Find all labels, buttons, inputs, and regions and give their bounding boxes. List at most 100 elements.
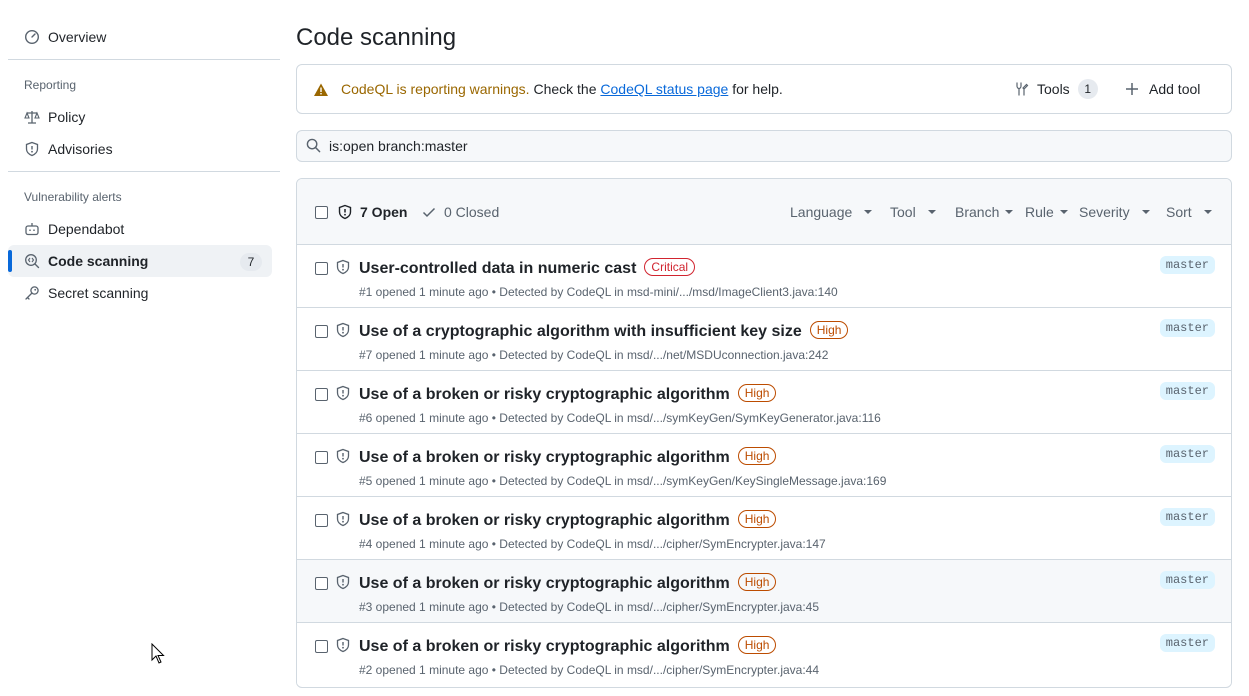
sort-dropdown[interactable]: Sort — [1166, 204, 1212, 220]
page-title: Code scanning — [296, 24, 457, 51]
alert-meta: #2 opened 1 minute ago • Detected by Cod… — [359, 663, 819, 677]
codeql-status-link[interactable]: CodeQL status page — [600, 81, 728, 97]
filter-label: Tool — [890, 204, 916, 220]
active-indicator — [8, 250, 12, 272]
code-scanning-count-badge: 7 — [240, 253, 262, 271]
branch-label[interactable]: master — [1159, 571, 1215, 589]
sidebar-item-code-scanning[interactable]: Code scanning 7 — [8, 245, 272, 277]
alert-title: Use of a broken or risky cryptographic a… — [359, 575, 730, 592]
chevron-down-icon — [864, 210, 873, 214]
banner-check-text: Check the — [529, 81, 601, 97]
shield-icon — [335, 385, 351, 404]
alerts-list-header: 7 Open 0 Closed Language Tool Branch Rul… — [297, 179, 1231, 245]
alert-row[interactable]: Use of a broken or risky cryptographic a… — [297, 497, 1231, 560]
severity-badge: High — [737, 510, 777, 528]
branch-label[interactable]: master — [1159, 445, 1215, 463]
dependabot-icon — [24, 221, 40, 237]
add-tool-label: Add tool — [1149, 81, 1201, 97]
alert-meta-prefix: #1 opened 1 minute ago • Detected by Cod… — [359, 285, 627, 299]
chevron-down-icon — [1005, 210, 1014, 214]
branch-label[interactable]: master — [1159, 634, 1215, 652]
row-checkbox[interactable] — [315, 262, 328, 275]
row-checkbox[interactable] — [315, 388, 328, 401]
alert-icon — [313, 82, 329, 101]
sidebar-item-secret-scanning[interactable]: Secret scanning — [8, 277, 272, 309]
rule-filter-dropdown[interactable]: Rule — [1025, 204, 1068, 220]
alert-row[interactable]: Use of a broken or risky cryptographic a… — [297, 371, 1231, 434]
shield-icon — [335, 448, 351, 467]
key-icon — [24, 285, 40, 301]
branch-label[interactable]: master — [1159, 382, 1215, 400]
row-checkbox[interactable] — [315, 325, 328, 338]
alert-title-link[interactable]: Use of a broken or risky cryptographic a… — [359, 636, 777, 656]
closed-filter-toggle[interactable]: 0 Closed — [421, 204, 499, 220]
alert-title-link[interactable]: Use of a broken or risky cryptographic a… — [359, 510, 777, 530]
alerts-list: 7 Open 0 Closed Language Tool Branch Rul… — [296, 178, 1232, 688]
shield-icon — [335, 637, 351, 656]
shield-icon — [335, 259, 351, 278]
severity-badge: High — [737, 636, 777, 654]
alert-row[interactable]: User-controlled data in numeric cast Crit… — [297, 245, 1231, 308]
sidebar-item-advisories[interactable]: Advisories — [8, 133, 272, 165]
alert-file-path: msd/.../cipher/SymEncrypter.java — [626, 663, 803, 677]
filter-label: Language — [790, 204, 853, 220]
alert-line: :140 — [814, 285, 838, 299]
row-checkbox[interactable] — [315, 451, 328, 464]
search-icon — [306, 138, 321, 156]
alert-title-link[interactable]: Use of a broken or risky cryptographic a… — [359, 384, 777, 404]
row-checkbox[interactable] — [315, 640, 328, 653]
add-tool-button[interactable]: Add tool — [1125, 79, 1200, 99]
open-count-label: 7 Open — [360, 204, 408, 220]
open-filter-toggle[interactable]: 7 Open — [337, 204, 407, 220]
closed-count-label: 0 Closed — [444, 204, 500, 220]
alert-title-link[interactable]: Use of a broken or risky cryptographic a… — [359, 447, 777, 467]
plus-icon — [1125, 82, 1149, 96]
branch-label[interactable]: master — [1159, 256, 1215, 274]
shield-icon — [335, 322, 351, 341]
shield-icon — [335, 511, 351, 530]
alert-row[interactable]: Use of a broken or risky cryptographic a… — [297, 560, 1231, 623]
alert-row[interactable]: Use of a broken or risky cryptographic a… — [297, 434, 1231, 497]
search-input[interactable] — [329, 135, 1209, 157]
alert-title-link[interactable]: Use of a cryptographic algorithm with in… — [359, 321, 849, 341]
alert-meta: #3 opened 1 minute ago • Detected by Cod… — [359, 600, 819, 614]
select-all-checkbox[interactable] — [315, 206, 328, 219]
sidebar: Overview Reporting Policy Advisories Vul… — [0, 0, 280, 696]
sidebar-item-label: Advisories — [48, 141, 113, 157]
warning-banner: CodeQL is reporting warnings. Check the … — [296, 64, 1232, 114]
filter-label: Severity — [1079, 204, 1130, 220]
alert-title-link[interactable]: User-controlled data in numeric cast Crit… — [359, 258, 696, 278]
sidebar-divider — [8, 171, 280, 172]
severity-badge: High — [737, 384, 777, 402]
alert-line: :116 — [858, 411, 881, 425]
row-checkbox[interactable] — [315, 514, 328, 527]
severity-filter-dropdown[interactable]: Severity — [1079, 204, 1150, 220]
alert-title-link[interactable]: Use of a broken or risky cryptographic a… — [359, 573, 777, 593]
alert-row[interactable]: Use of a broken or risky cryptographic a… — [297, 623, 1231, 685]
alert-meta-prefix: #4 opened 1 minute ago • Detected by Cod… — [359, 537, 627, 551]
alert-row[interactable]: Use of a cryptographic algorithm with in… — [297, 308, 1231, 371]
tools-icon — [1013, 81, 1037, 97]
shield-icon — [337, 204, 360, 220]
alert-meta-prefix: #5 opened 1 minute ago • Detected by Cod… — [359, 474, 627, 488]
tool-filter-dropdown[interactable]: Tool — [890, 204, 936, 220]
sidebar-item-label: Overview — [48, 29, 107, 45]
severity-badge: High — [809, 321, 849, 339]
branch-label[interactable]: master — [1159, 508, 1215, 526]
sidebar-item-policy[interactable]: Policy — [8, 101, 272, 133]
sidebar-item-dependabot[interactable]: Dependabot — [8, 213, 272, 245]
check-icon — [421, 204, 444, 220]
sidebar-item-label: Dependabot — [48, 221, 125, 237]
alert-line: :44 — [802, 663, 820, 677]
row-checkbox[interactable] — [315, 577, 328, 590]
language-filter-dropdown[interactable]: Language — [790, 204, 873, 220]
branch-filter-dropdown[interactable]: Branch — [955, 204, 1014, 220]
severity-badge: High — [737, 447, 777, 465]
alert-title: Use of a broken or risky cryptographic a… — [359, 449, 730, 466]
sidebar-item-label: Code scanning — [48, 253, 149, 269]
tools-button[interactable]: Tools 1 — [1013, 79, 1098, 99]
sidebar-item-overview[interactable]: Overview — [8, 21, 272, 53]
branch-label[interactable]: master — [1159, 319, 1215, 337]
filter-label: Sort — [1166, 204, 1192, 220]
alert-title: Use of a cryptographic algorithm with in… — [359, 323, 802, 340]
